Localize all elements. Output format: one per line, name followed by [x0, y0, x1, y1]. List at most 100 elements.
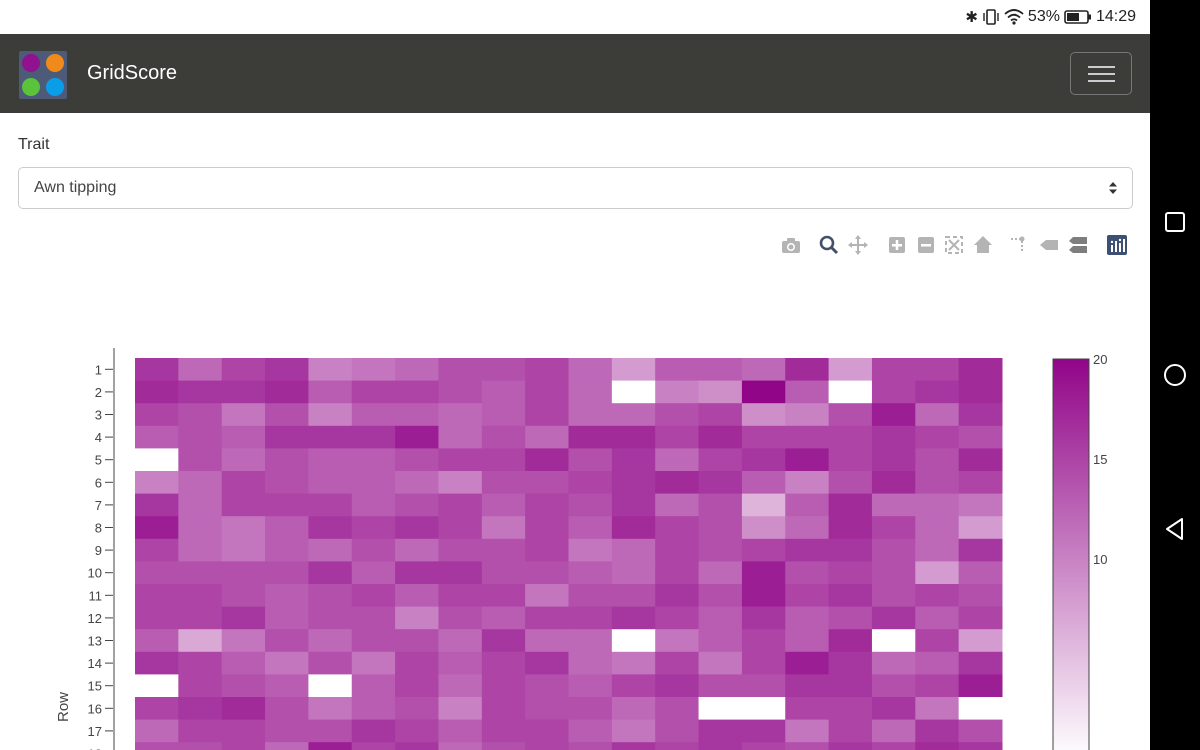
heatmap-cell[interactable] — [915, 516, 960, 540]
heatmap-cell[interactable] — [871, 606, 916, 630]
heatmap-cell[interactable] — [481, 380, 526, 404]
heatmap-cell[interactable] — [568, 742, 613, 750]
heatmap-cell[interactable] — [525, 380, 569, 404]
heatmap-cell[interactable] — [568, 584, 613, 608]
heatmap-cell[interactable] — [958, 516, 1003, 540]
heatmap-cell[interactable] — [871, 493, 916, 517]
heatmap-cell[interactable] — [438, 629, 483, 653]
heatmap-cell[interactable] — [785, 629, 830, 653]
heatmap-cell[interactable] — [135, 425, 179, 449]
heatmap-cell[interactable] — [828, 516, 873, 540]
heatmap-cell[interactable] — [395, 651, 439, 675]
heatmap-cell[interactable] — [568, 561, 613, 585]
heatmap-cell[interactable] — [785, 606, 830, 630]
heatmap-cell[interactable] — [178, 651, 223, 675]
heatmap-cell[interactable] — [395, 606, 439, 630]
heatmap-cell[interactable] — [655, 629, 700, 653]
heatmap-cell[interactable] — [178, 425, 223, 449]
heatmap-cell[interactable] — [611, 538, 656, 562]
heatmap-cell[interactable] — [481, 448, 526, 472]
heatmap-cell[interactable] — [611, 697, 656, 721]
heatmap-cell[interactable] — [395, 403, 439, 427]
heatmap-cell[interactable] — [135, 538, 179, 562]
heatmap-cell[interactable] — [958, 493, 1003, 517]
heatmap-cell[interactable] — [135, 742, 179, 750]
heatmap-cell[interactable] — [785, 651, 830, 675]
heatmap-cell[interactable] — [871, 651, 916, 675]
heatmap-cell[interactable] — [785, 403, 830, 427]
heatmap-cell[interactable] — [611, 742, 656, 750]
heatmap-cell[interactable] — [438, 674, 483, 698]
heatmap-cell[interactable] — [871, 719, 916, 743]
heatmap-cell[interactable] — [481, 561, 526, 585]
heatmap-cell[interactable] — [785, 516, 830, 540]
heatmap-cell[interactable] — [785, 584, 830, 608]
heatmap-cell[interactable] — [525, 674, 569, 698]
hamburger-menu-button[interactable] — [1070, 52, 1132, 95]
heatmap-cell[interactable] — [221, 380, 266, 404]
heatmap-cell[interactable] — [958, 651, 1003, 675]
heatmap-cell[interactable] — [568, 606, 613, 630]
autoscale-icon[interactable] — [943, 234, 965, 256]
app-title[interactable]: GridScore — [87, 62, 177, 85]
heatmap-cell[interactable] — [221, 584, 266, 608]
heatmap-cell[interactable] — [698, 516, 743, 540]
heatmap-cell[interactable] — [308, 425, 353, 449]
heatmap-cell[interactable] — [915, 742, 960, 750]
heatmap-cell[interactable] — [395, 448, 439, 472]
heatmap-cell[interactable] — [828, 697, 873, 721]
heatmap-cell[interactable] — [135, 516, 179, 540]
heatmap-cell[interactable] — [655, 674, 700, 698]
heatmap-cell[interactable] — [481, 584, 526, 608]
heatmap-cell[interactable] — [135, 697, 179, 721]
heatmap-cell[interactable] — [481, 403, 526, 427]
heatmap-cell[interactable] — [135, 448, 179, 472]
heatmap-cell[interactable] — [308, 674, 353, 698]
heatmap-cell[interactable] — [828, 471, 873, 495]
heatmap-cell[interactable] — [871, 380, 916, 404]
heatmap-cell[interactable] — [221, 719, 266, 743]
heatmap-cell[interactable] — [178, 471, 223, 495]
heatmap-cell[interactable] — [915, 629, 960, 653]
heatmap-cell[interactable] — [438, 538, 483, 562]
heatmap-cell[interactable] — [741, 358, 786, 382]
heatmap-cell[interactable] — [828, 493, 873, 517]
heatmap-cell[interactable] — [135, 493, 179, 517]
heatmap-cell[interactable] — [568, 629, 613, 653]
heatmap-cell[interactable] — [698, 651, 743, 675]
heatmap-cell[interactable] — [915, 651, 960, 675]
heatmap-cell[interactable] — [178, 493, 223, 517]
heatmap-cell[interactable] — [351, 629, 396, 653]
heatmap-cell[interactable] — [351, 403, 396, 427]
heatmap-cell[interactable] — [481, 606, 526, 630]
heatmap-cell[interactable] — [828, 674, 873, 698]
heatmap-cell[interactable] — [871, 358, 916, 382]
heatmap-cell[interactable] — [438, 403, 483, 427]
heatmap-cell[interactable] — [265, 606, 309, 630]
heatmap-cell[interactable] — [221, 493, 266, 517]
heatmap-cell[interactable] — [785, 561, 830, 585]
heatmap-cell[interactable] — [958, 742, 1003, 750]
heatmap-cell[interactable] — [828, 380, 873, 404]
heatmap-cell[interactable] — [568, 674, 613, 698]
heatmap-cell[interactable] — [741, 425, 786, 449]
heatmap-cell[interactable] — [135, 584, 179, 608]
heatmap-cell[interactable] — [221, 742, 266, 750]
heatmap-cell[interactable] — [915, 403, 960, 427]
heatmap-cell[interactable] — [308, 651, 353, 675]
heatmap-cell[interactable] — [958, 606, 1003, 630]
heatmap-cell[interactable] — [395, 380, 439, 404]
heatmap-cell[interactable] — [265, 697, 309, 721]
heatmap-cell[interactable] — [221, 606, 266, 630]
heatmap-cell[interactable] — [611, 448, 656, 472]
heatmap-cell[interactable] — [698, 538, 743, 562]
heatmap-cell[interactable] — [655, 448, 700, 472]
heatmap-cell[interactable] — [698, 358, 743, 382]
heatmap-cell[interactable] — [135, 471, 179, 495]
heatmap-cell[interactable] — [525, 697, 569, 721]
heatmap-cell[interactable] — [958, 674, 1003, 698]
heatmap-cell[interactable] — [915, 719, 960, 743]
heatmap-cell[interactable] — [611, 651, 656, 675]
heatmap-cell[interactable] — [785, 538, 830, 562]
heatmap-cell[interactable] — [655, 538, 700, 562]
